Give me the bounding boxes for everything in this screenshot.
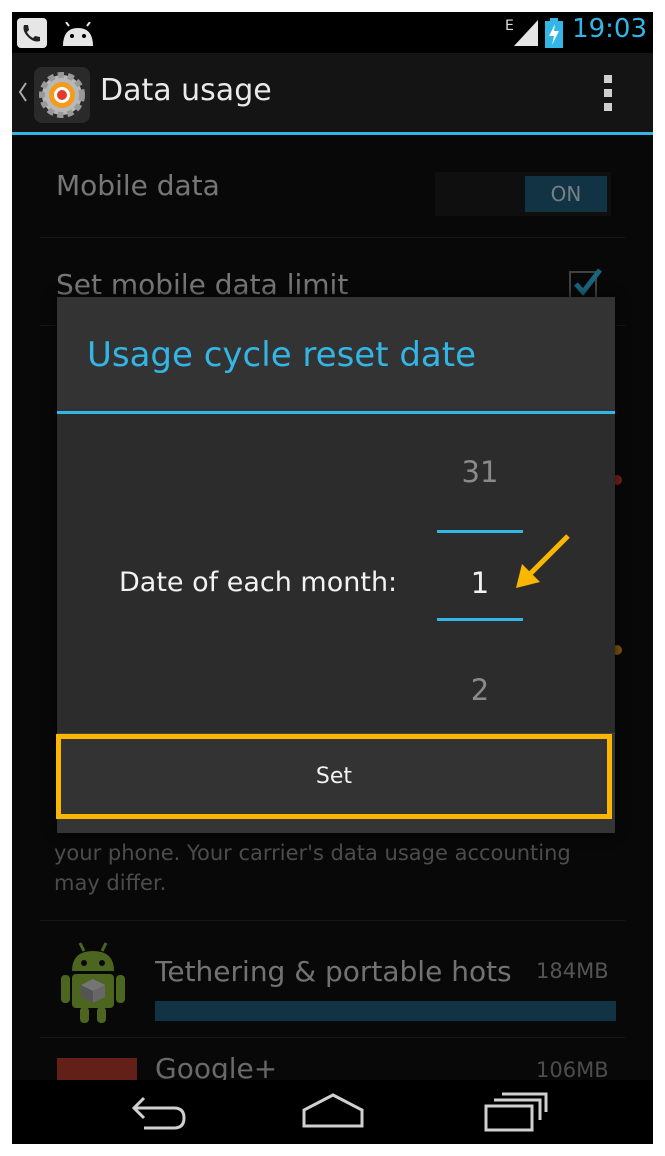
picker-current-value[interactable]: 1 xyxy=(437,566,523,600)
signal-icon xyxy=(514,20,538,46)
status-bar: E 19:03 xyxy=(12,12,653,53)
back-icon[interactable] xyxy=(124,1096,186,1130)
set-button[interactable]: Set xyxy=(56,734,612,819)
picker-divider-top xyxy=(437,530,523,533)
overflow-menu-icon[interactable] xyxy=(602,73,614,113)
reset-date-dialog: Usage cycle reset date Date of each mont… xyxy=(56,297,615,833)
android-notification-icon xyxy=(63,22,93,46)
phone-screen: E 19:03 Data usage Mobile data ON Set mo… xyxy=(12,12,653,1144)
picker-prev-value[interactable]: 31 xyxy=(437,455,523,489)
picker-divider-bottom xyxy=(437,618,523,621)
dialog-header: Usage cycle reset date xyxy=(57,297,615,414)
battery-charging-icon xyxy=(545,18,563,48)
notification-phone-icon xyxy=(17,18,47,48)
status-clock: 19:03 xyxy=(572,14,647,44)
home-icon[interactable] xyxy=(300,1092,366,1128)
annotation-arrow-icon xyxy=(516,534,570,588)
dialog-title: Usage cycle reset date xyxy=(87,335,477,375)
navigation-bar xyxy=(12,1080,653,1144)
action-bar: Data usage xyxy=(12,53,653,135)
recent-apps-icon[interactable] xyxy=(484,1092,550,1132)
settings-gear-icon xyxy=(34,67,90,123)
dialog-button-bar: Set xyxy=(56,733,615,833)
up-navigation[interactable] xyxy=(12,53,96,132)
network-type-label: E xyxy=(505,18,514,34)
page-title: Data usage xyxy=(100,73,272,108)
picker-next-value[interactable]: 2 xyxy=(437,673,523,707)
back-caret-icon xyxy=(18,82,27,102)
